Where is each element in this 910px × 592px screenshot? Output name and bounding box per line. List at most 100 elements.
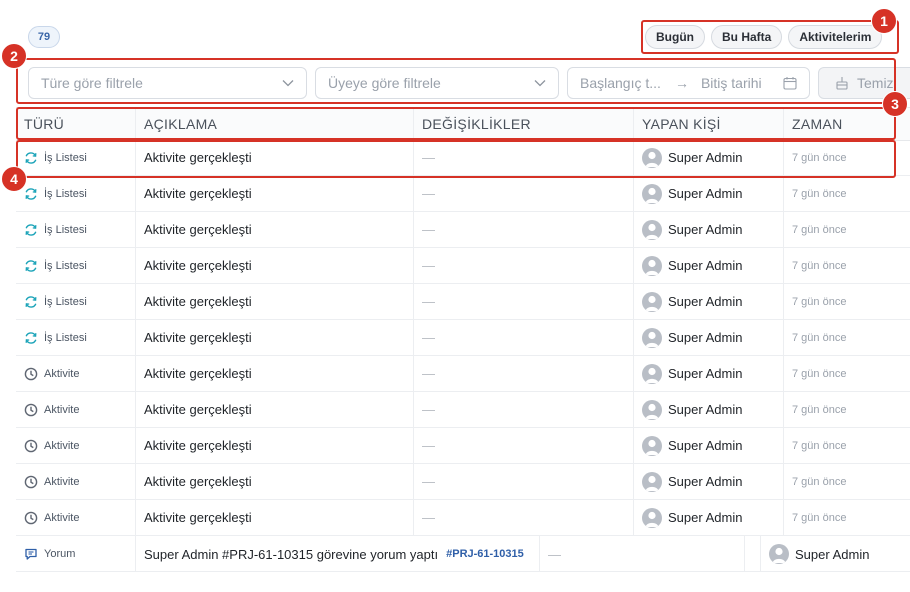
column-header-changes[interactable]: DEĞİŞİKLİKLER <box>413 108 633 140</box>
actor-cell[interactable]: Super Admin <box>633 248 783 283</box>
actor-cell[interactable]: Super Admin <box>633 284 783 319</box>
actor-name: Super Admin <box>668 294 743 309</box>
time-cell: 7 gün önce <box>783 248 910 283</box>
time-cell: 7 gün önce <box>783 140 910 175</box>
table-row[interactable]: Aktivite Aktivite gerçekleşti — Super Admin… <box>16 392 910 428</box>
user-avatar <box>769 544 789 564</box>
table-row[interactable]: Aktivite Aktivite gerçekleşti — Super Admin… <box>16 464 910 500</box>
type-filter-select[interactable]: Türe göre filtrele <box>28 67 307 99</box>
filter-this-week-button[interactable]: Bu Hafta <box>711 25 783 49</box>
type-cell: İş Listesi <box>16 212 135 247</box>
actor-cell[interactable]: Super Admin <box>633 176 783 211</box>
changes-cell: — <box>413 464 633 499</box>
table-row[interactable]: İş Listesi Aktivite gerçekleşti — Super Adm… <box>16 212 910 248</box>
filter-my-activities-button[interactable]: Aktivitelerim <box>788 25 883 49</box>
table-row[interactable]: İş Listesi Aktivite gerçekleşti — Super Adm… <box>16 248 910 284</box>
column-header-type[interactable]: TÜRÜ <box>16 108 135 140</box>
user-avatar <box>642 327 662 348</box>
type-label: İş Listesi <box>44 259 87 272</box>
annotation-marker-4: 4 <box>1 166 27 192</box>
time-cell: 7 gün önce <box>783 284 910 319</box>
refresh-icon <box>24 187 38 201</box>
table-row[interactable]: İş Listesi Aktivite gerçekleşti — Super Adm… <box>16 284 910 320</box>
actor-cell[interactable]: Super Admin <box>633 356 783 391</box>
annotation-marker-3: 3 <box>882 91 908 117</box>
actor-cell[interactable]: Super Admin <box>633 140 783 175</box>
refresh-icon <box>24 223 38 237</box>
column-header-description[interactable]: AÇIKLAMA <box>135 108 413 140</box>
user-icon <box>645 331 659 347</box>
user-icon <box>645 367 659 383</box>
comment-icon <box>24 547 38 561</box>
time-cell: 7 gün önce <box>783 212 910 247</box>
type-cell: Aktivite <box>16 428 135 463</box>
table-row[interactable]: Aktivite Aktivite gerçekleşti — Super Admin… <box>16 356 910 392</box>
actor-name: Super Admin <box>668 222 743 237</box>
user-avatar <box>642 507 662 528</box>
user-avatar <box>642 435 662 456</box>
user-avatar <box>642 183 662 204</box>
table-row[interactable]: Yorum Super Admin #PRJ-61-10315 görevine … <box>16 536 910 572</box>
type-label: İş Listesi <box>44 187 87 200</box>
user-avatar <box>642 147 662 168</box>
start-date-input[interactable]: Başlangıç t... <box>580 75 661 91</box>
actor-cell[interactable]: Super Admin <box>633 428 783 463</box>
changes-cell: — <box>413 392 633 427</box>
time-cell: 7 gün önce <box>783 356 910 391</box>
type-label: İş Listesi <box>44 223 87 236</box>
actor-cell[interactable]: Super Admin <box>633 212 783 247</box>
user-avatar <box>642 255 662 276</box>
table-row[interactable]: Aktivite Aktivite gerçekleşti — Super Admin… <box>16 428 910 464</box>
user-avatar <box>642 291 662 312</box>
task-reference-link[interactable]: #PRJ-61-10315 <box>446 548 524 560</box>
description-cell: Aktivite gerçekleşti <box>135 140 413 175</box>
actor-name: Super Admin <box>668 150 743 165</box>
type-cell: İş Listesi <box>16 248 135 283</box>
user-icon <box>645 295 659 311</box>
actor-cell[interactable]: Super Admin <box>633 320 783 355</box>
changes-cell: — <box>539 536 744 572</box>
filter-today-button[interactable]: Bugün <box>645 25 705 49</box>
user-icon <box>645 187 659 203</box>
actor-cell[interactable]: Super Admin <box>633 464 783 499</box>
type-cell: Yorum <box>16 536 135 572</box>
time-cell: 7 gün önce <box>783 320 910 355</box>
table-row[interactable]: İş Listesi Aktivite gerçekleşti — Super Adm… <box>16 176 910 212</box>
chevron-down-icon <box>282 80 294 87</box>
user-icon <box>645 403 659 419</box>
actor-cell[interactable]: Super Admin <box>633 500 783 535</box>
arrow-right-icon: → <box>674 75 689 91</box>
table-row[interactable]: İş Listesi Aktivite gerçekleşti — Super Adm… <box>16 320 910 356</box>
changes-cell: — <box>413 500 633 535</box>
actor-name: Super Admin <box>668 330 743 345</box>
actor-cell[interactable]: Super Admin <box>633 392 783 427</box>
member-filter-select[interactable]: Üyeye göre filtrele <box>315 67 559 99</box>
time-cell: 7 gün önce <box>783 500 910 535</box>
user-avatar <box>642 471 662 492</box>
actor-cell[interactable]: Super Admin <box>760 536 910 572</box>
time-cell: 7 gün önce <box>783 428 910 463</box>
annotation-marker-1: 1 <box>871 8 897 34</box>
user-avatar <box>642 399 662 420</box>
type-cell: İş Listesi <box>16 176 135 211</box>
member-filter-placeholder: Üyeye göre filtrele <box>328 75 441 91</box>
table-row[interactable]: İş Listesi Aktivite gerçekleşti — Super Adm… <box>16 140 910 176</box>
type-cell: İş Listesi <box>16 320 135 355</box>
type-label: Aktivite <box>44 511 80 524</box>
description-cell: Aktivite gerçekleşti <box>135 428 413 463</box>
chevron-down-icon <box>534 80 546 87</box>
user-icon <box>645 223 659 239</box>
table-header: TÜRÜ AÇIKLAMA DEĞİŞİKLİKLER YAPAN KİŞİ Z… <box>16 107 910 141</box>
activity-table-body: İş Listesi Aktivite gerçekleşti — Super Adm… <box>16 140 910 572</box>
clear-filters-label: Temiz <box>857 75 894 91</box>
record-count-badge: 79 <box>28 26 60 48</box>
user-icon <box>645 475 659 491</box>
clock-icon <box>24 439 38 453</box>
end-date-input[interactable]: Bitiş tarihi <box>701 75 762 91</box>
table-row[interactable]: Aktivite Aktivite gerçekleşti — Super Admin… <box>16 500 910 536</box>
type-label: İş Listesi <box>44 331 87 344</box>
column-header-actor[interactable]: YAPAN KİŞİ <box>633 108 783 140</box>
date-range-picker[interactable]: Başlangıç t... → Bitiş tarihi <box>567 67 810 99</box>
time-cell: 7 gün önce <box>783 392 910 427</box>
changes-cell: — <box>413 176 633 211</box>
